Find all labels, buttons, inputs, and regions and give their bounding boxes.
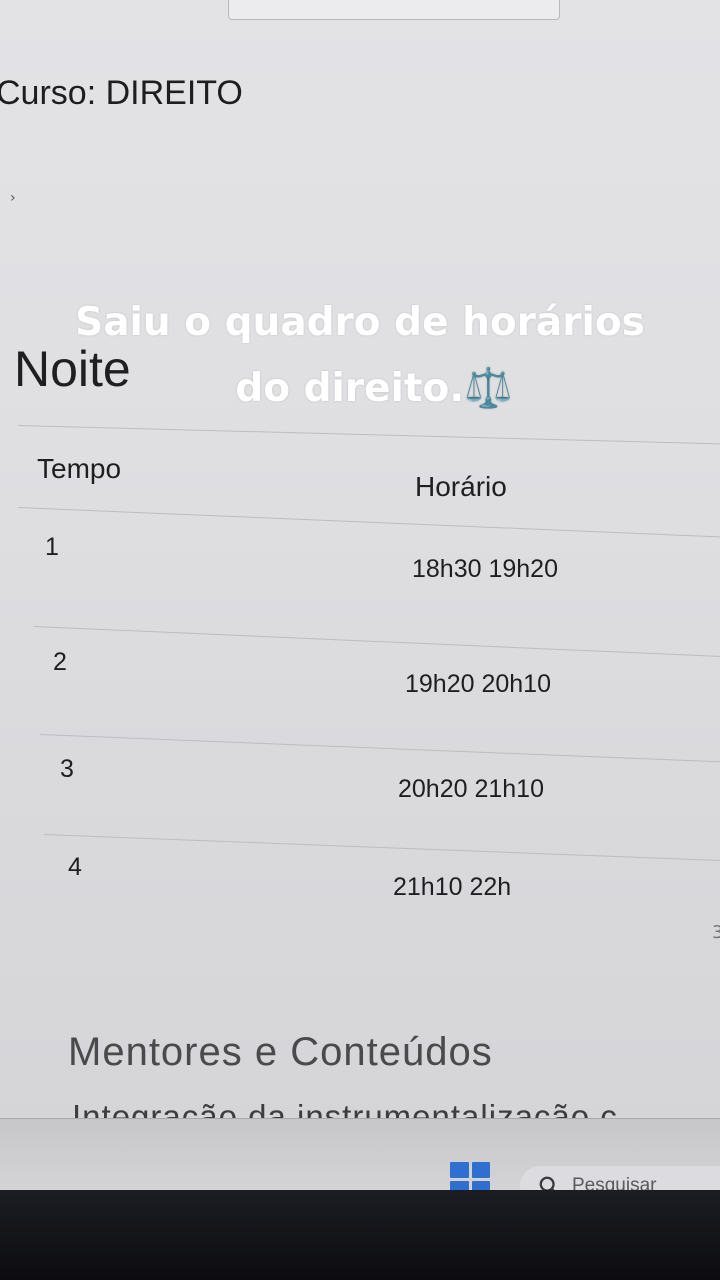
course-line: Curso: DIREITO <box>0 74 243 113</box>
column-header-horario: Horário <box>415 471 507 502</box>
edge-mark: 3 <box>712 922 720 943</box>
row-tempo: 2 <box>53 648 67 676</box>
row-tempo: 1 <box>45 533 59 561</box>
mentors-heading: Mentores e Conteúdos <box>68 1030 493 1074</box>
course-label: Curso: <box>0 74 97 112</box>
column-header-tempo: Tempo <box>37 453 122 484</box>
top-input-box[interactable] <box>228 0 560 20</box>
row-horario: 21h10 22h <box>393 873 512 901</box>
course-value: DIREITO <box>105 74 243 112</box>
stray-mark: › <box>10 190 16 206</box>
row-rule <box>33 626 720 659</box>
row-rule <box>39 734 720 764</box>
header-rule <box>17 507 720 539</box>
table-top-rule <box>17 425 720 445</box>
row-horario: 20h20 21h10 <box>398 775 544 803</box>
monitor-bezel <box>0 1190 720 1280</box>
overlay-caption: Saiu o quadro de horários do direito.⚖️ <box>0 290 720 422</box>
row-rule <box>43 834 720 863</box>
row-tempo: 4 <box>68 853 82 881</box>
row-horario: 19h20 20h10 <box>405 670 551 698</box>
caption-line-2: do direito.⚖️ <box>235 366 513 411</box>
row-horario: 18h30 19h20 <box>412 555 558 583</box>
row-tempo: 3 <box>60 755 74 783</box>
caption-line-1: Saiu o quadro de horários <box>75 300 645 345</box>
